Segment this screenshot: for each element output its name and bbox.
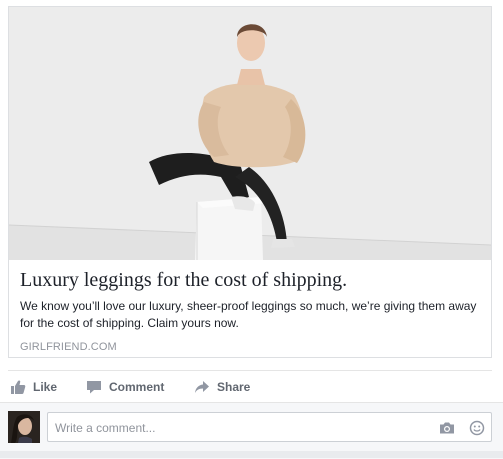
camera-icon[interactable] xyxy=(439,420,455,436)
speech-bubble-icon xyxy=(86,379,102,395)
share-button[interactable]: Share xyxy=(194,372,250,402)
share-arrow-icon xyxy=(194,379,210,395)
share-label: Share xyxy=(217,380,251,394)
smiley-icon[interactable] xyxy=(469,420,485,436)
ad-description: We know you’ll love our luxury, sheer-pr… xyxy=(20,299,477,330)
ad-caption[interactable]: Luxury leggings for the cost of shipping… xyxy=(20,267,482,354)
thumbs-up-icon xyxy=(10,379,26,395)
feed-separator xyxy=(0,451,503,458)
like-button[interactable]: Like xyxy=(10,372,57,402)
ad-card[interactable]: Luxury leggings for the cost of shipping… xyxy=(8,6,492,358)
ad-photo[interactable] xyxy=(9,7,491,260)
post-actions: Like Comment Share xyxy=(0,372,503,402)
comment-input-box[interactable] xyxy=(47,412,492,442)
comment-input[interactable] xyxy=(55,419,425,436)
model-photo-image xyxy=(9,7,491,260)
like-label: Like xyxy=(33,380,58,394)
avatar[interactable] xyxy=(8,411,40,443)
comment-label: Comment xyxy=(109,380,165,394)
ad-headline[interactable]: Luxury leggings for the cost of shipping… xyxy=(20,267,482,293)
comment-button[interactable]: Comment xyxy=(86,372,164,402)
ad-domain[interactable]: GIRLFRIEND.COM xyxy=(20,340,482,354)
divider xyxy=(8,370,492,371)
